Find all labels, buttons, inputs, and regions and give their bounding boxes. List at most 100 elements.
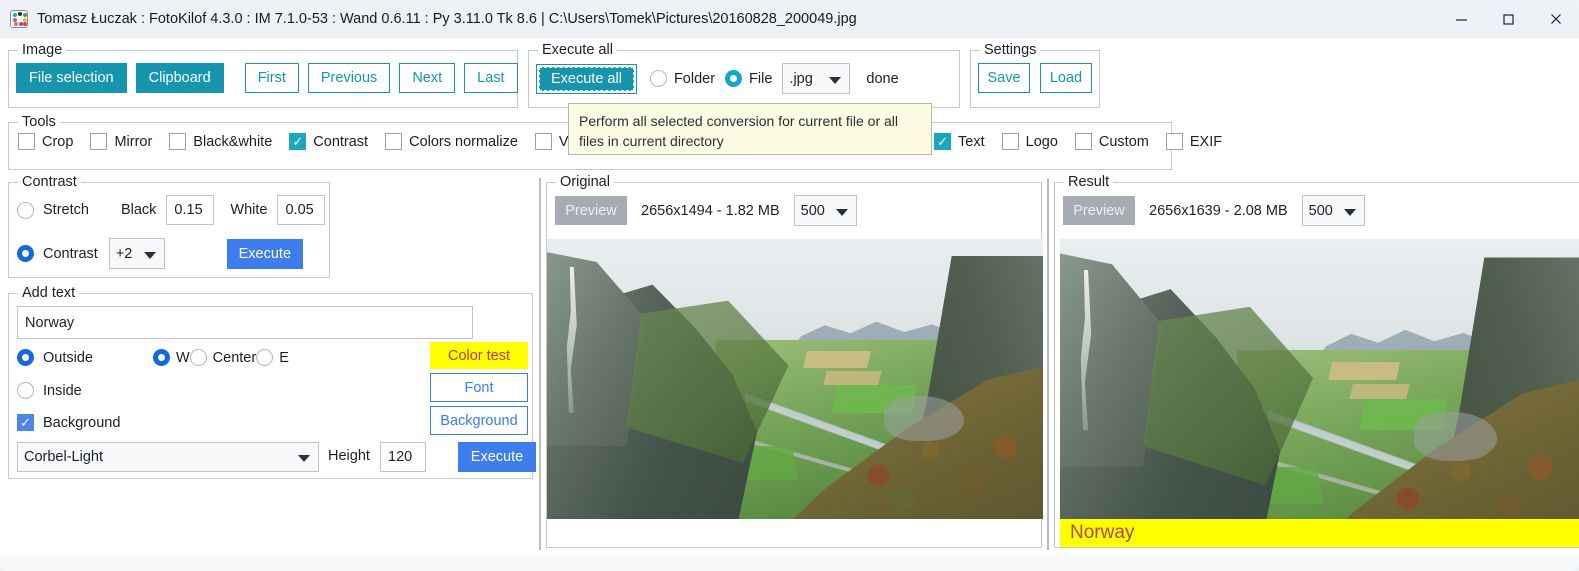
clipboard-button[interactable]: Clipboard (135, 63, 224, 93)
contrast-radio-stretch[interactable] (17, 201, 34, 219)
settings-group: Settings Save Load (970, 42, 1100, 108)
scope-label-folder: Folder (673, 70, 716, 87)
checkbox-box (169, 133, 187, 150)
checkbox-box (385, 133, 403, 150)
addtext-label-height: Height (328, 448, 370, 464)
check-icon: ✓ (292, 134, 304, 149)
result-watermark-text: Norway (1070, 522, 1135, 543)
result-image-info: 2656x1639 - 2.08 MB (1149, 202, 1288, 219)
checkbox-box (1001, 133, 1019, 150)
tools-checkbox-crop[interactable]: Crop (18, 133, 73, 150)
background-button[interactable]: Background (430, 406, 528, 435)
result-zoom-value: 500 (1308, 202, 1333, 219)
result-zoom-select[interactable]: 500 (1301, 195, 1365, 226)
original-zoom-select[interactable]: 500 (793, 195, 857, 226)
font-family-value: Corbel-Light (24, 449, 103, 465)
scope-radio-file[interactable] (725, 70, 743, 87)
addtext-height-input[interactable]: 120 (380, 442, 426, 472)
first-button[interactable]: First (244, 63, 299, 93)
panel-divider-left[interactable] (539, 178, 541, 550)
title-bar: Tomasz Łuczak : FotoKilof 4.3.0 : IM 7.1… (0, 0, 1579, 38)
checkbox-box: ✓ (289, 133, 307, 150)
font-button[interactable]: Font (430, 373, 528, 402)
fotokilof-window: Tomasz Łuczak : FotoKilof 4.3.0 : IM 7.1… (0, 0, 1579, 571)
contrast-label-contrast: Contrast (43, 245, 98, 262)
execute-all-button[interactable]: Execute all (536, 63, 637, 94)
addtext-checkbox-background[interactable]: ✓ Background (17, 414, 120, 431)
file-selection-button[interactable]: File selection (16, 63, 127, 93)
next-button[interactable]: Next (399, 63, 456, 93)
color-test-button[interactable]: Color test (430, 342, 528, 369)
foreground-shrubs (834, 418, 1034, 514)
settings-save-button[interactable]: Save (978, 63, 1030, 93)
contrast-radio-contrast[interactable] (17, 245, 34, 262)
addtext-label-outside: Outside (43, 349, 93, 366)
tools-checkbox-logo[interactable]: Logo (1001, 133, 1058, 150)
check-icon: ✓ (937, 134, 948, 149)
tools-label-crop: Crop (42, 133, 74, 150)
addtext-label-background: Background (43, 414, 121, 431)
addtext-radio-outside[interactable] (17, 349, 34, 366)
palette-dots-icon (10, 10, 28, 28)
addtext-radio-w[interactable] (152, 349, 170, 366)
image-group: Image File selection Clipboard First Pre… (8, 42, 518, 108)
panel-divider-right[interactable] (1047, 178, 1049, 550)
font-family-select[interactable]: Corbel-Light (17, 442, 319, 472)
addtext-execute-button[interactable]: Execute (458, 442, 536, 472)
contrast-black-input[interactable]: 0.15 (166, 195, 215, 225)
settings-load-button[interactable]: Load (1040, 63, 1092, 93)
window-title: Tomasz Łuczak : FotoKilof 4.3.0 : IM 7.1… (37, 11, 857, 27)
original-image-info: 2656x1494 - 1.82 MB (641, 202, 780, 219)
checkbox-box (534, 133, 552, 150)
contrast-label-stretch: Stretch (43, 202, 89, 218)
result-watermark-banner: Norway (1060, 519, 1579, 547)
contrast-group-legend: Contrast (18, 174, 81, 190)
tools-checkbox-colors-normalize[interactable]: Colors normalize (385, 133, 518, 150)
tools-label-colors-normalize: Colors normalize (409, 133, 518, 150)
tools-checkbox-mirror[interactable]: Mirror (90, 133, 152, 150)
contrast-label-white: White (230, 202, 268, 218)
addtext-text-input[interactable]: Norway (17, 306, 473, 339)
last-button[interactable]: Last (464, 63, 518, 93)
contrast-white-input[interactable]: 0.05 (277, 195, 326, 225)
tools-label-contrast: Contrast (313, 133, 369, 150)
contrast-group: Contrast Stretch Black 0.15 White 0.05 C… (8, 174, 330, 278)
tools-label-logo: Logo (1025, 133, 1058, 150)
settings-group-legend: Settings (980, 42, 1041, 58)
addtext-group-legend: Add text (18, 285, 80, 301)
original-preview-image[interactable] (547, 239, 1043, 519)
checkbox-box (90, 133, 108, 150)
result-preview-image[interactable]: Norway (1060, 239, 1579, 547)
contrast-level-value: +2 (115, 245, 133, 262)
previous-button[interactable]: Previous (307, 63, 391, 93)
tools-checkbox-blackandwhite[interactable]: Black&white (169, 133, 272, 150)
tools-checkbox-exif[interactable]: EXIF (1165, 133, 1222, 150)
addtext-label-w: W (175, 349, 190, 366)
tools-checkbox-custom[interactable]: Custom (1074, 133, 1149, 150)
chevron-down-icon (298, 455, 310, 462)
maximize-icon[interactable] (1485, 0, 1532, 38)
execute-all-tooltip: Perform all selected conversion for curr… (568, 103, 932, 155)
result-preview-button[interactable]: Preview (1063, 196, 1135, 225)
original-panel: Original Preview 2656x1494 - 1.82 MB 500 (546, 174, 1043, 548)
window-controls (1438, 0, 1579, 38)
addtext-radio-center[interactable] (189, 349, 207, 366)
contrast-level-select[interactable]: +2 (108, 238, 165, 269)
tools-label-blackandwhite: Black&white (193, 133, 273, 150)
original-preview-button[interactable]: Preview (555, 196, 627, 225)
format-select[interactable]: .jpg (782, 63, 851, 94)
tools-checkbox-contrast[interactable]: ✓ Contrast (289, 133, 368, 150)
contrast-execute-button[interactable]: Execute (226, 238, 303, 269)
tools-checkbox-text[interactable]: ✓ Text (934, 133, 985, 150)
addtext-group: Add text Norway Outside W Center E Insid… (8, 285, 536, 479)
close-icon[interactable] (1532, 0, 1579, 38)
scope-radio-folder[interactable] (649, 70, 667, 87)
result-panel-legend: Result (1064, 174, 1114, 190)
chevron-down-icon (1343, 208, 1356, 216)
addtext-radio-e[interactable] (256, 349, 274, 366)
addtext-label-e: E (279, 349, 289, 366)
minimize-icon[interactable] (1438, 0, 1485, 38)
format-select-value: .jpg (789, 70, 813, 87)
tools-group-legend: Tools (18, 114, 60, 130)
addtext-radio-inside[interactable] (17, 382, 34, 399)
